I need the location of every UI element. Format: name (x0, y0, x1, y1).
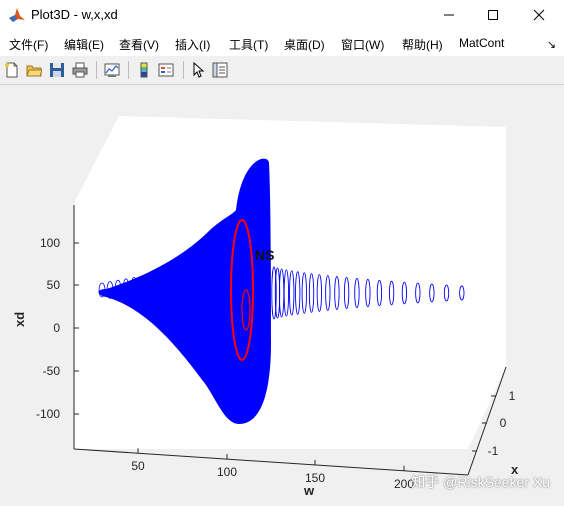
close-icon (533, 9, 545, 21)
w-axis-ticks: 50 100 150 200 (131, 448, 414, 491)
save-icon (50, 63, 64, 77)
select-pointer-button[interactable] (188, 60, 208, 80)
menu-view[interactable]: 查看(V) (119, 36, 159, 53)
open-folder-icon (26, 65, 42, 77)
plot3d-axes[interactable]: 100500-50-100 50 100 150 200 10-1 NS w x xd (0, 85, 564, 506)
title-bar: Plot3D - w,x,xd (0, 0, 564, 30)
close-button[interactable] (516, 0, 562, 30)
chevron-icon[interactable]: ↘ (547, 38, 556, 51)
xd-tick-label: 50 (47, 278, 61, 292)
menu-edit[interactable]: 编辑(E) (64, 36, 104, 53)
menu-window[interactable]: 窗口(W) (341, 36, 384, 53)
print-button[interactable] (70, 60, 90, 80)
x-tick-label: -1 (488, 444, 499, 458)
toolbar-separator (183, 61, 184, 79)
new-file-button[interactable] (2, 60, 22, 80)
minimize-icon (444, 14, 454, 16)
w-axis-label: w (303, 483, 315, 498)
matlab-logo-icon (8, 6, 26, 24)
menu-tools[interactable]: 工具(T) (229, 36, 268, 53)
property-inspector-icon (212, 62, 228, 78)
x-tick-label: 0 (500, 416, 507, 430)
toolbar (0, 56, 564, 85)
new-file-icon (5, 62, 18, 78)
xd-axis-label: xd (12, 312, 27, 327)
maximize-icon (488, 10, 498, 20)
link-plot-button[interactable] (102, 60, 122, 80)
ns-point-label: NS (255, 247, 274, 263)
toolbar-separator (128, 61, 129, 79)
minimize-button[interactable] (426, 0, 472, 30)
menu-file[interactable]: 文件(F) (9, 36, 48, 53)
maximize-button[interactable] (470, 0, 516, 30)
xd-tick-label: -100 (36, 407, 60, 421)
xd-tick-label: 100 (40, 236, 60, 250)
print-icon (72, 62, 88, 78)
menu-insert[interactable]: 插入(I) (175, 36, 210, 53)
xd-tick-label: 0 (53, 321, 60, 335)
link-plot-icon (104, 63, 120, 77)
figure-canvas: 100 50 0 -50 -100 50 100 150 200 1 0 -1 NS w x xd… (0, 85, 564, 506)
menu-help[interactable]: 帮助(H) (402, 36, 443, 53)
open-button[interactable] (24, 60, 44, 80)
w-tick-label: 50 (131, 459, 145, 473)
toolbar-separator (96, 61, 97, 79)
legend-button[interactable] (156, 60, 176, 80)
property-inspector-button[interactable] (210, 60, 230, 80)
select-pointer-icon (193, 62, 205, 78)
save-button[interactable] (47, 60, 67, 80)
xd-tick-label: -50 (43, 364, 61, 378)
colorbar-icon (140, 62, 148, 78)
menu-matcont[interactable]: MatCont (459, 36, 504, 50)
x-tick-label: 1 (509, 389, 516, 403)
menu-bar: 文件(F) 编辑(E) 查看(V) 插入(I) 工具(T) 桌面(D) 窗口(W… (0, 30, 564, 56)
colorbar-button[interactable] (134, 60, 154, 80)
window-title: Plot3D - w,x,xd (31, 7, 118, 22)
w-tick-label: 100 (217, 465, 237, 479)
menu-desktop[interactable]: 桌面(D) (284, 36, 325, 53)
xd-axis-ticks: 100 50 0 -50 -100 (36, 236, 79, 421)
watermark-text: 知乎 @RiskSeeker Xu (411, 474, 550, 490)
legend-icon (158, 63, 174, 77)
